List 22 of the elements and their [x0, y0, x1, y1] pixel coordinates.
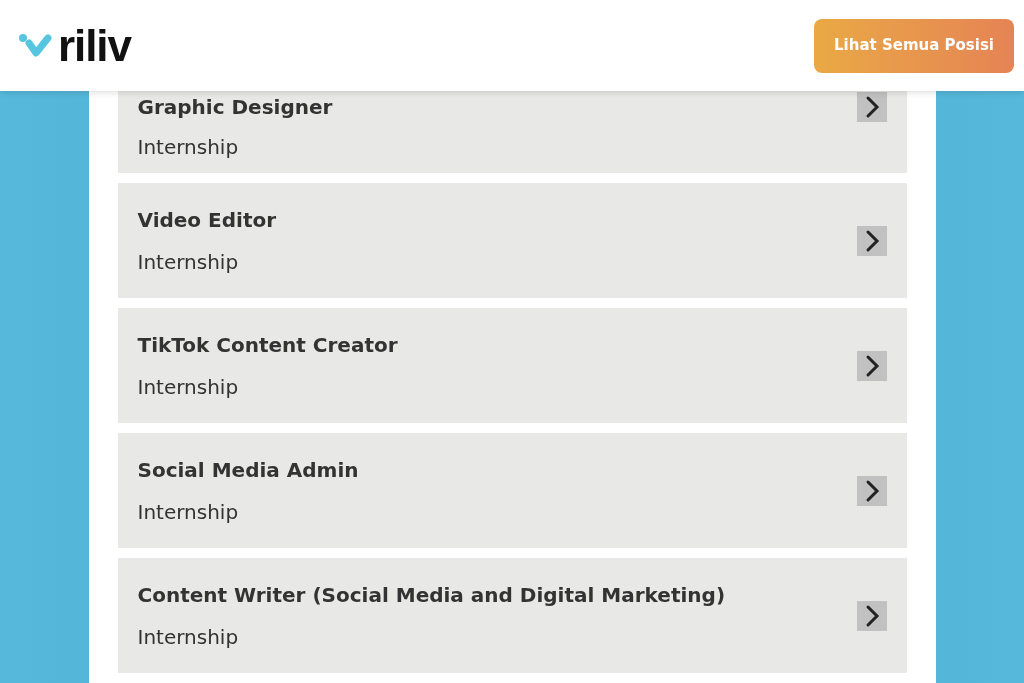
job-title: Content Writer (Social Media and Digital Marketing)	[137, 581, 726, 609]
job-type: Internship	[137, 623, 240, 651]
job-title: Video Editor	[137, 206, 277, 234]
job-type: Internship	[137, 498, 240, 526]
chevron-right-icon	[856, 92, 887, 122]
job-card[interactable]: Social Media Admin Internship	[117, 433, 907, 548]
job-title: Social Media Admin	[137, 456, 359, 484]
job-card[interactable]: Graphic Designer Internship	[117, 91, 907, 173]
job-title: TikTok Content Creator	[137, 331, 398, 359]
job-type: Internship	[137, 373, 240, 401]
job-card[interactable]: Video Editor Internship	[117, 183, 907, 298]
chevron-right-icon	[856, 475, 887, 506]
logo-check-icon	[18, 32, 52, 59]
job-type: Internship	[137, 248, 240, 276]
job-title: Graphic Designer	[137, 94, 333, 121]
logo-text: riliv	[58, 23, 131, 68]
chevron-right-icon	[856, 350, 887, 381]
chevron-right-icon	[856, 600, 887, 631]
chevron-right-icon	[856, 225, 887, 256]
job-card[interactable]: TikTok Content Creator Internship	[117, 308, 907, 423]
job-type: Internship	[137, 134, 240, 161]
job-card[interactable]: Content Writer (Social Media and Digital Marketing) Internship	[117, 558, 907, 673]
